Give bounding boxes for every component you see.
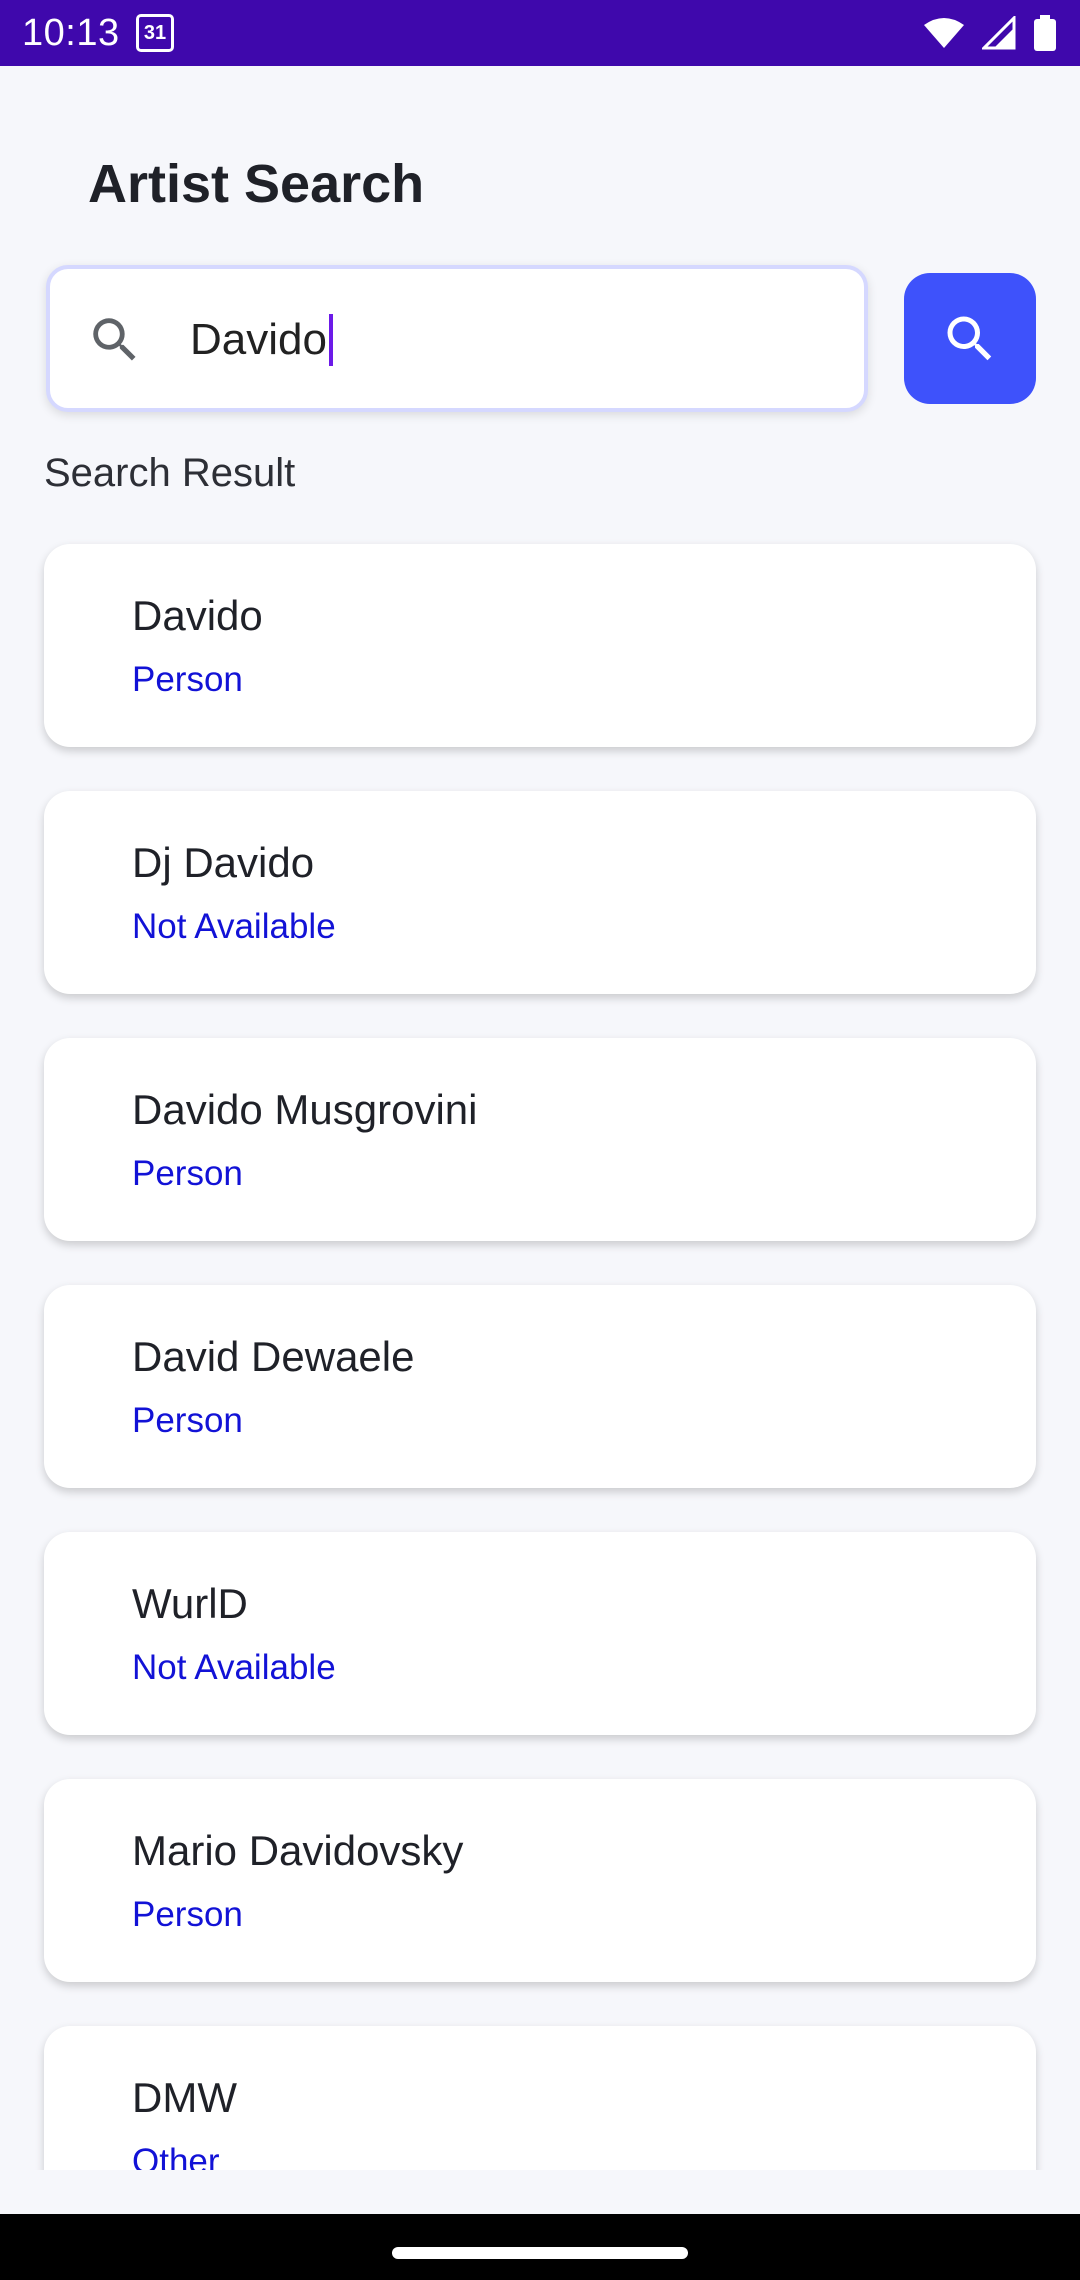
- result-card[interactable]: Davido Person: [44, 544, 1036, 747]
- result-type: Person: [132, 1154, 243, 1193]
- result-name: David Dewaele: [132, 1333, 415, 1380]
- result-card[interactable]: David Dewaele Person: [44, 1285, 1036, 1488]
- result-card[interactable]: DMW Other: [44, 2026, 1036, 2170]
- result-type: Not Available: [132, 1648, 336, 1687]
- result-type: Not Available: [132, 907, 336, 946]
- result-card[interactable]: WurlD Not Available: [44, 1532, 1036, 1735]
- result-type: Person: [132, 1895, 243, 1934]
- result-card[interactable]: Mario Davidovsky Person: [44, 1779, 1036, 1982]
- result-name: Davido Musgrovini: [132, 1086, 478, 1133]
- result-type: Person: [132, 660, 243, 699]
- result-name: Davido: [132, 592, 263, 639]
- navigation-bar: [0, 2214, 1080, 2280]
- result-card[interactable]: Dj Davido Not Available: [44, 791, 1036, 994]
- results-list: Davido Person Dj Davido Not Available Da…: [0, 0, 1080, 2170]
- result-name: Mario Davidovsky: [132, 1827, 464, 1874]
- result-name: WurlD: [132, 1580, 248, 1627]
- result-card[interactable]: Davido Musgrovini Person: [44, 1038, 1036, 1241]
- result-type: Person: [132, 1401, 243, 1440]
- result-name: DMW: [132, 2074, 237, 2121]
- result-type: Other: [132, 2142, 220, 2170]
- home-gesture-handle[interactable]: [392, 2247, 688, 2259]
- result-name: Dj Davido: [132, 839, 315, 886]
